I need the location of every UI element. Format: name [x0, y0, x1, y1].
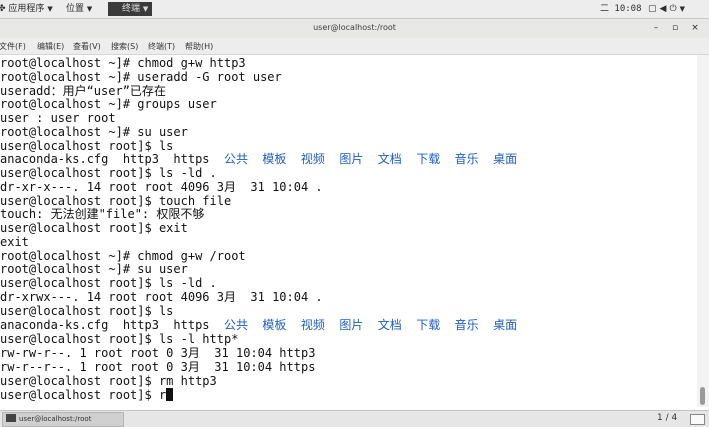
- terminal-line: dr-xr-x---. 14 root root 4096 3月 31 10:0…: [0, 180, 323, 194]
- menu-search[interactable]: 搜索(S): [111, 41, 138, 52]
- applications-icon: ✤: [0, 4, 6, 14]
- taskbar-window-label: user@localhost:/root: [19, 415, 92, 423]
- screen-icon: ▢: [648, 4, 660, 14]
- places-label: 位置: [66, 4, 85, 14]
- applications-menu[interactable]: ✤ 应用程序 ▼: [0, 2, 53, 16]
- power-icon: ⏻: [669, 4, 680, 14]
- chevron-down-icon: ▼: [142, 5, 149, 13]
- bottom-taskbar: user@localhost:/root 1 / 4: [0, 410, 709, 427]
- terminal-line: user@localhost root]$ ls -l http*: [0, 332, 239, 346]
- maximize-button[interactable]: ▫: [669, 22, 681, 34]
- chevron-down-icon: ▼: [679, 5, 688, 13]
- menu-help[interactable]: 帮助(H): [185, 41, 213, 52]
- terminal-app-menu[interactable]: 终端 ▼: [108, 2, 153, 16]
- terminal-output[interactable]: root@localhost ~]# chmod g+w http3 root@…: [0, 55, 697, 407]
- terminal-line: root@localhost ~]# chmod g+w /root: [0, 249, 246, 263]
- menu-edit[interactable]: 编辑(E): [37, 41, 64, 52]
- scrollbar[interactable]: [697, 55, 709, 407]
- close-button[interactable]: ×: [689, 22, 701, 34]
- chevron-down-icon: ▼: [47, 5, 53, 13]
- terminal-line: rw-r--r--. 1 root root 0 3月 31 10:04 htt…: [0, 360, 316, 374]
- terminal-line: user@localhost root]$ rm http3: [0, 374, 217, 388]
- terminal-line: dr-xrwx---. 14 root root 4096 3月 31 10:0…: [0, 290, 323, 304]
- workspace-pager[interactable]: 1 / 4: [657, 413, 677, 423]
- applications-label: 应用程序: [8, 4, 45, 14]
- terminal-prompt-line[interactable]: user@localhost root]$ r: [0, 388, 174, 402]
- terminal-line: user : user root: [0, 111, 116, 125]
- menu-file[interactable]: 文件(F): [0, 41, 26, 52]
- terminal-line: user@localhost root]$ ls: [0, 139, 174, 153]
- terminal-line: touch: 无法创建"file": 权限不够: [0, 207, 205, 221]
- terminal-line: root@localhost ~]# su user: [0, 125, 188, 139]
- scrollbar-thumb[interactable]: [700, 387, 705, 405]
- menu-terminal[interactable]: 终端(T): [148, 41, 175, 52]
- directory-listing: 公共 模板 视频 图片 文档 下载 音乐 桌面: [223, 318, 518, 332]
- terminal-line: anaconda-ks.cfg http3 https 公共 模板 视频 图片 …: [0, 152, 518, 166]
- chevron-down-icon: ▼: [86, 5, 93, 13]
- terminal-line: exit: [0, 235, 29, 249]
- taskbar-window-button[interactable]: user@localhost:/root: [2, 412, 124, 427]
- terminal-line: root@localhost ~]# useradd -G root user: [0, 70, 282, 84]
- terminal-line: user@localhost root]$ ls: [0, 304, 174, 318]
- terminal-line: user@localhost root]$ exit: [0, 221, 188, 235]
- minimize-button[interactable]: –: [650, 22, 662, 34]
- terminal-icon: [6, 414, 16, 422]
- terminal-line: user@localhost root]$ ls -ld .: [0, 166, 217, 180]
- workspace-icon[interactable]: [690, 414, 705, 425]
- terminal-line: user@localhost root]$ touch file: [0, 194, 232, 208]
- places-menu[interactable]: 位置 ▼: [66, 2, 92, 16]
- terminal-line: rw-rw-r--. 1 root root 0 3月 31 10:04 htt…: [0, 346, 316, 360]
- system-status-area[interactable]: ▢◀⏻▼: [648, 2, 688, 16]
- menu-view[interactable]: 查看(V): [73, 41, 101, 52]
- window-titlebar[interactable]: user@localhost:/root – ▫ ×: [0, 19, 709, 38]
- top-panel: ✤ 应用程序 ▼ 位置 ▼ 终端 ▼ 二 10:08 ▢◀⏻▼: [0, 0, 709, 19]
- terminal-line: root@localhost ~]# groups user: [0, 97, 217, 111]
- directory-listing: 公共 模板 视频 图片 文档 下载 音乐 桌面: [223, 152, 518, 166]
- terminal-line: root@localhost ~]# chmod g+w http3: [0, 56, 246, 70]
- window-title: user@localhost:/root: [313, 23, 396, 32]
- terminal-line: user@localhost root]$ ls -ld .: [0, 276, 217, 290]
- terminal-app-label: 终端: [122, 4, 141, 14]
- terminal-line: root@localhost ~]# su user: [0, 262, 188, 276]
- text-cursor: [166, 388, 174, 401]
- menubar: 文件(F) 编辑(E) 查看(V) 搜索(S) 终端(T) 帮助(H): [0, 38, 709, 55]
- volume-icon: ◀: [659, 4, 670, 14]
- terminal-line: anaconda-ks.cfg http3 https 公共 模板 视频 图片 …: [0, 318, 518, 332]
- clock[interactable]: 二 10:08: [600, 2, 642, 16]
- terminal-line: useradd：用户“user”已存在: [0, 84, 166, 98]
